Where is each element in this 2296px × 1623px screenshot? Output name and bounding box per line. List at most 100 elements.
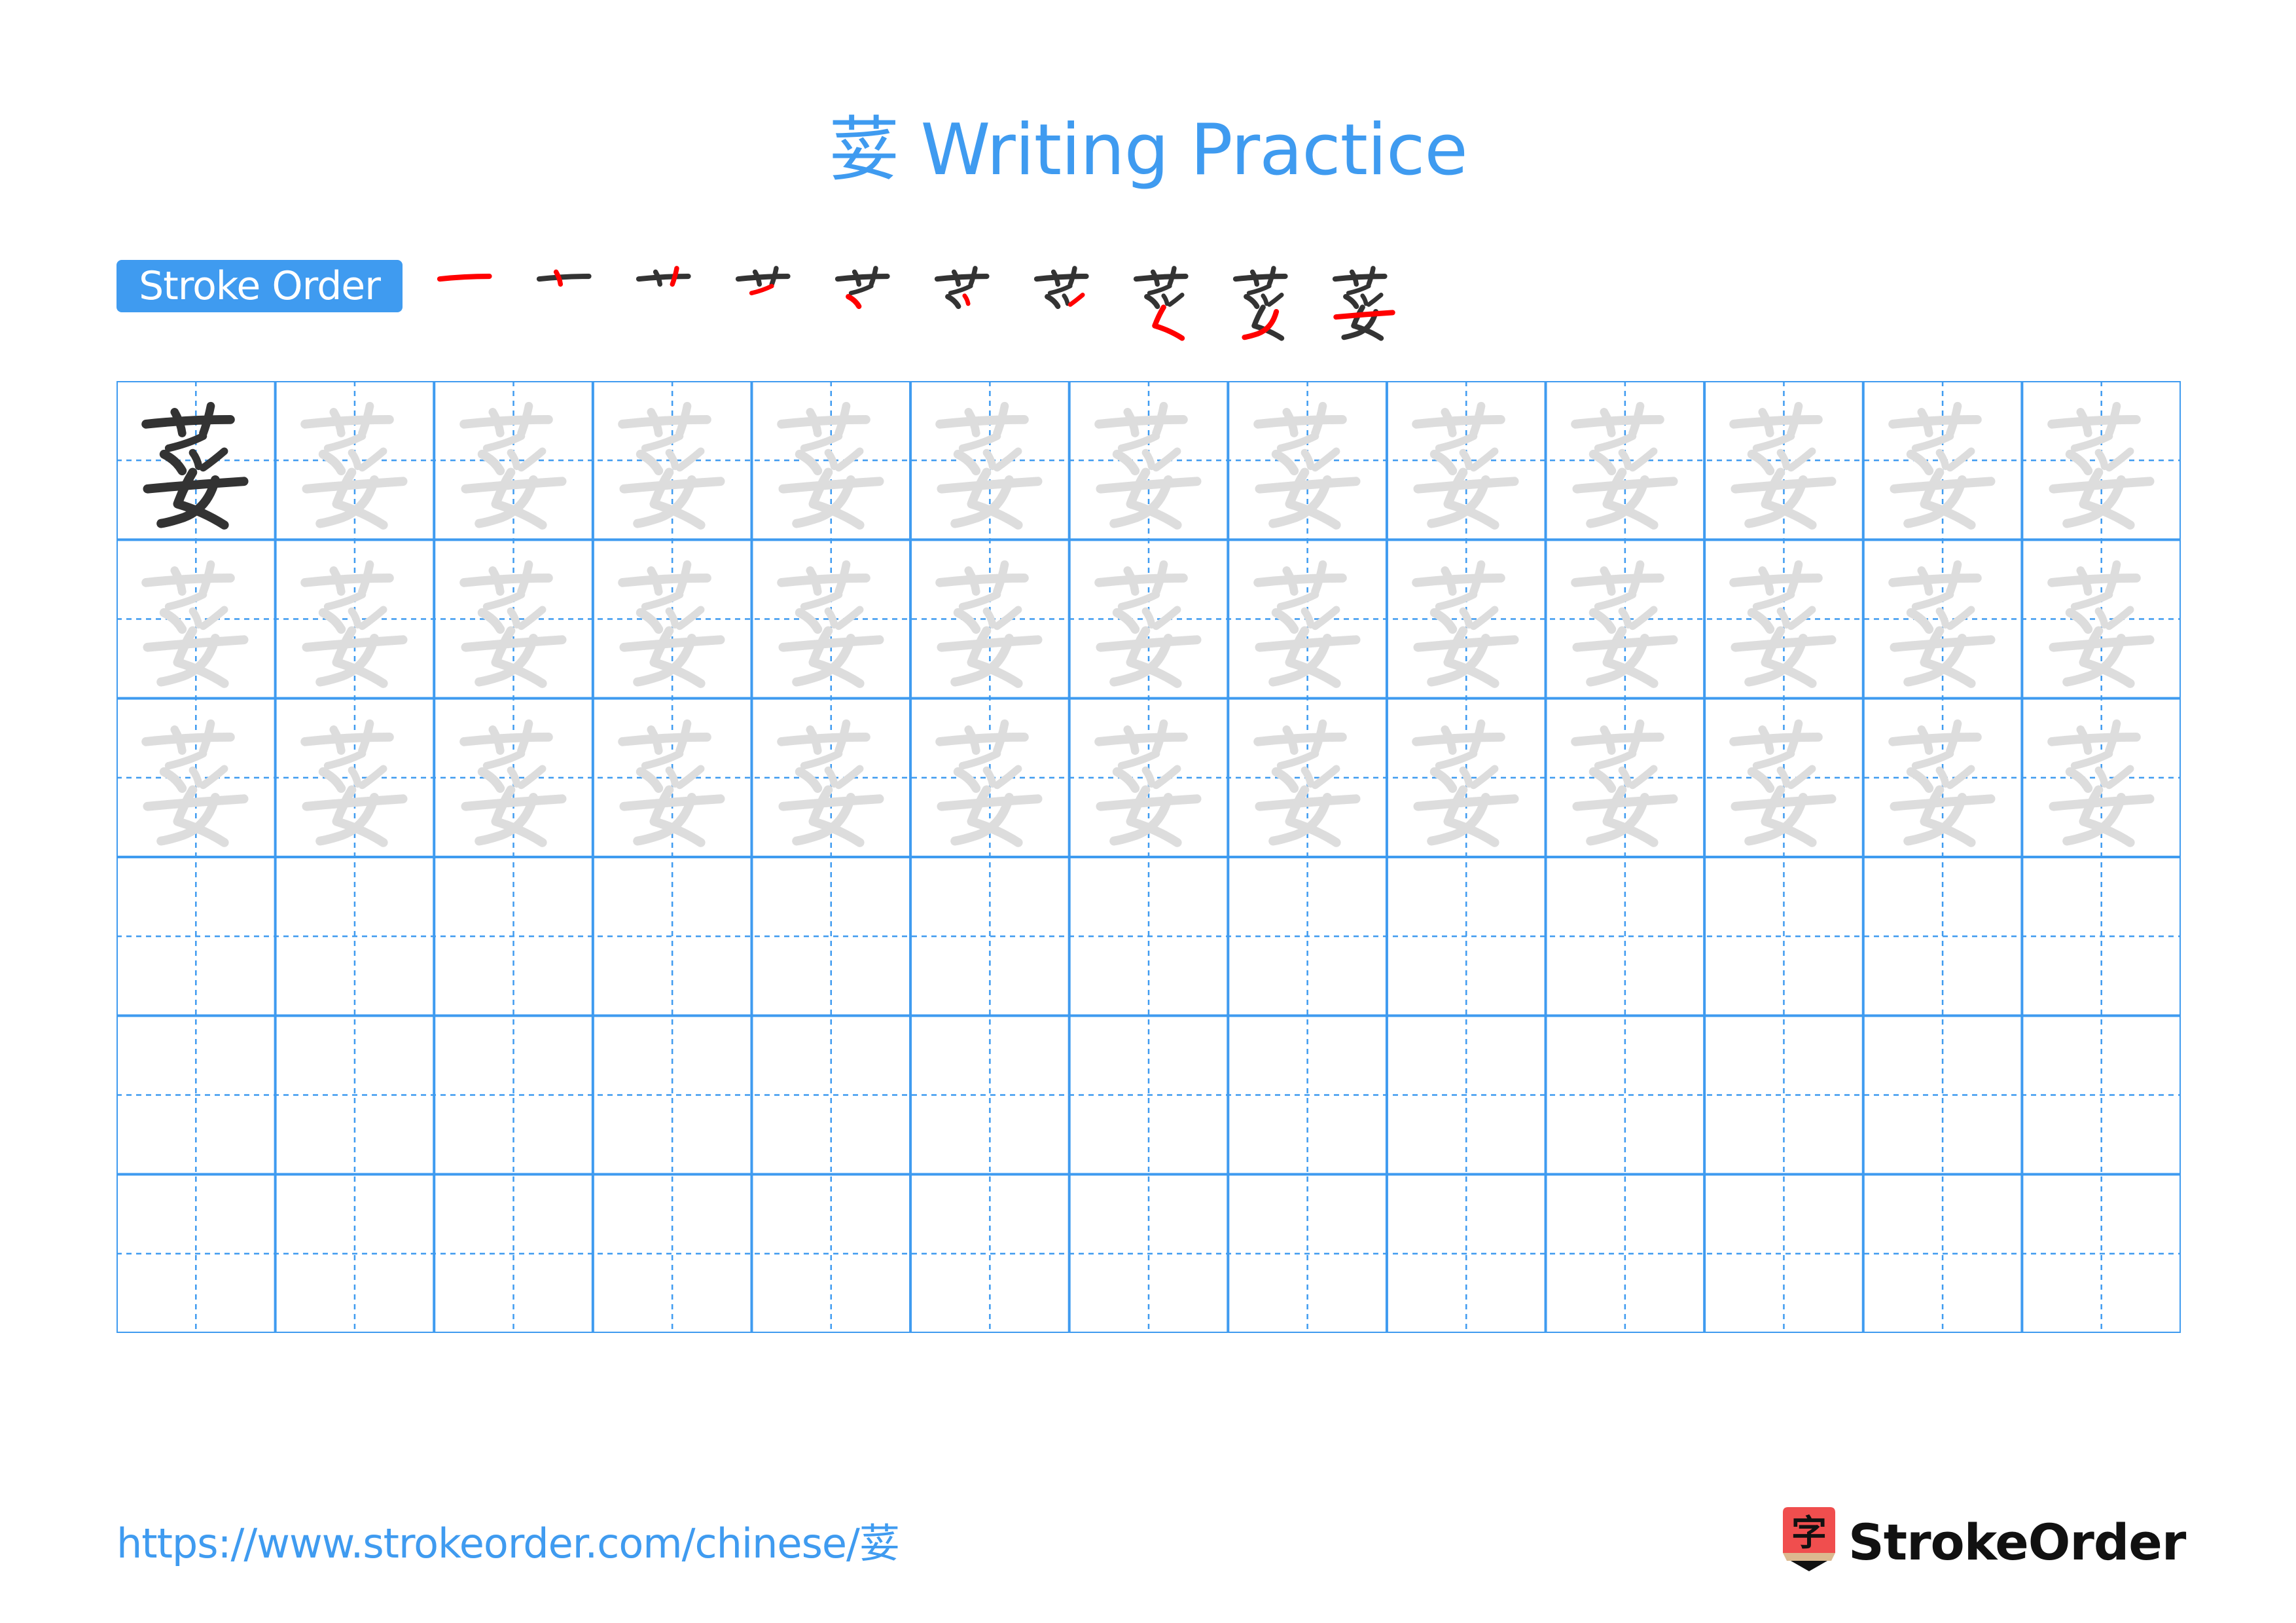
practice-cell[interactable] bbox=[1387, 857, 1546, 1015]
practice-cell[interactable] bbox=[434, 539, 593, 698]
practice-cell[interactable] bbox=[593, 381, 752, 539]
practice-cell[interactable] bbox=[117, 1015, 276, 1174]
practice-cell[interactable] bbox=[1228, 539, 1387, 698]
practice-cell[interactable] bbox=[593, 1015, 752, 1174]
practice-cell[interactable] bbox=[1704, 857, 1863, 1015]
practice-cell[interactable] bbox=[1546, 1015, 1705, 1174]
glyph-stroke-3 bbox=[1787, 402, 1803, 438]
practice-cell[interactable] bbox=[593, 699, 752, 857]
practice-cell[interactable] bbox=[1704, 699, 1863, 857]
practice-cell[interactable] bbox=[117, 381, 276, 539]
glyph-stroke-4 bbox=[1276, 750, 1319, 770]
practice-cell[interactable] bbox=[1228, 1175, 1387, 1333]
practice-cell[interactable] bbox=[117, 539, 276, 698]
practice-cell[interactable] bbox=[2022, 539, 2181, 698]
practice-cell[interactable] bbox=[910, 381, 1069, 539]
practice-cell[interactable] bbox=[1546, 539, 1705, 698]
glyph-stroke-4 bbox=[1911, 432, 1954, 452]
practice-cell[interactable] bbox=[2022, 381, 2181, 539]
practice-cell[interactable] bbox=[2022, 1175, 2181, 1333]
glyph-stroke-7 bbox=[1067, 292, 1085, 307]
practice-cell[interactable] bbox=[1546, 699, 1705, 857]
practice-cell[interactable] bbox=[1069, 857, 1229, 1015]
glyph-stroke-2 bbox=[964, 566, 980, 596]
practice-cell[interactable] bbox=[2022, 857, 2181, 1015]
practice-cell[interactable] bbox=[434, 1015, 593, 1174]
practice-cell[interactable] bbox=[910, 1175, 1069, 1333]
glyph-stroke-3 bbox=[675, 560, 692, 596]
glyph-stroke-5 bbox=[636, 767, 664, 793]
practice-cell[interactable] bbox=[1546, 857, 1705, 1015]
trace-character bbox=[935, 719, 1043, 847]
practice-cell[interactable] bbox=[593, 539, 752, 698]
glyph-stroke-2 bbox=[1441, 566, 1457, 596]
glyph-stroke-4 bbox=[2070, 750, 2113, 770]
brand-logo[interactable]: 字 StrokeOrder bbox=[1779, 1506, 2186, 1578]
practice-cell[interactable] bbox=[1863, 381, 2022, 539]
footer-url-link[interactable]: https://www.strokeorder.com/chinese/荽 bbox=[117, 1518, 900, 1570]
practice-cell[interactable] bbox=[910, 699, 1069, 857]
practice-cell[interactable] bbox=[1704, 539, 1863, 698]
practice-cell[interactable] bbox=[1863, 857, 2022, 1015]
practice-cell[interactable] bbox=[1228, 381, 1387, 539]
practice-cell[interactable] bbox=[2022, 699, 2181, 857]
practice-cell[interactable] bbox=[1704, 1175, 1863, 1333]
practice-cell[interactable] bbox=[1546, 1175, 1705, 1333]
practice-cell[interactable] bbox=[1863, 1175, 2022, 1333]
practice-cell[interactable] bbox=[276, 381, 435, 539]
practice-cell[interactable] bbox=[276, 1015, 435, 1174]
trace-character bbox=[1888, 402, 1996, 530]
glyph-stroke-7 bbox=[1311, 447, 1340, 472]
practice-cell[interactable] bbox=[593, 857, 752, 1015]
practice-cell[interactable] bbox=[1863, 699, 2022, 857]
practice-cell[interactable] bbox=[276, 699, 435, 857]
practice-cell[interactable] bbox=[1387, 539, 1546, 698]
practice-cell[interactable] bbox=[1228, 699, 1387, 857]
practice-cell[interactable] bbox=[434, 381, 593, 539]
practice-cell[interactable] bbox=[1069, 539, 1229, 698]
practice-cell[interactable] bbox=[1387, 381, 1546, 539]
practice-cell[interactable] bbox=[910, 1015, 1069, 1174]
practice-cell[interactable] bbox=[1387, 1175, 1546, 1333]
practice-cell[interactable] bbox=[434, 1175, 593, 1333]
practice-cell[interactable] bbox=[910, 539, 1069, 698]
practice-cell[interactable] bbox=[1069, 1015, 1229, 1174]
practice-cell[interactable] bbox=[276, 539, 435, 698]
practice-cell[interactable] bbox=[1704, 1015, 1863, 1174]
trace-character bbox=[776, 719, 884, 847]
practice-cell[interactable] bbox=[2022, 1015, 2181, 1174]
glyph-stroke-7 bbox=[200, 606, 228, 630]
practice-cell[interactable] bbox=[276, 857, 435, 1015]
practice-cell[interactable] bbox=[751, 539, 910, 698]
practice-cell[interactable] bbox=[751, 1175, 910, 1333]
glyph-stroke-4 bbox=[1047, 283, 1073, 295]
practice-cell[interactable] bbox=[1546, 381, 1705, 539]
practice-cell[interactable] bbox=[1387, 699, 1546, 857]
practice-cell[interactable] bbox=[1069, 699, 1229, 857]
practice-cell[interactable] bbox=[434, 699, 593, 857]
trace-character bbox=[1094, 719, 1202, 847]
practice-cell[interactable] bbox=[117, 857, 276, 1015]
practice-cell[interactable] bbox=[593, 1175, 752, 1333]
practice-cell[interactable] bbox=[1387, 1015, 1546, 1174]
practice-cell[interactable] bbox=[276, 1175, 435, 1333]
practice-cell[interactable] bbox=[751, 857, 910, 1015]
glyph-stroke-10 bbox=[302, 794, 408, 811]
practice-cell[interactable] bbox=[751, 381, 910, 539]
practice-cell[interactable] bbox=[1228, 1015, 1387, 1174]
practice-cell[interactable] bbox=[1704, 381, 1863, 539]
practice-cell[interactable] bbox=[1069, 381, 1229, 539]
practice-cell[interactable] bbox=[1863, 539, 2022, 698]
practice-cell[interactable] bbox=[434, 857, 593, 1015]
practice-cell[interactable] bbox=[751, 699, 910, 857]
practice-cell[interactable] bbox=[117, 1175, 276, 1333]
practice-cell[interactable] bbox=[910, 857, 1069, 1015]
practice-cell[interactable] bbox=[751, 1015, 910, 1174]
practice-cell[interactable] bbox=[117, 699, 276, 857]
practice-cell[interactable] bbox=[1228, 857, 1387, 1015]
glyph-stroke-1 bbox=[1888, 415, 1982, 429]
glyph-stroke-7 bbox=[1787, 447, 1816, 472]
practice-cell[interactable] bbox=[1863, 1015, 2022, 1174]
practice-cell[interactable] bbox=[1069, 1175, 1229, 1333]
glyph-stroke-7 bbox=[1311, 606, 1340, 630]
